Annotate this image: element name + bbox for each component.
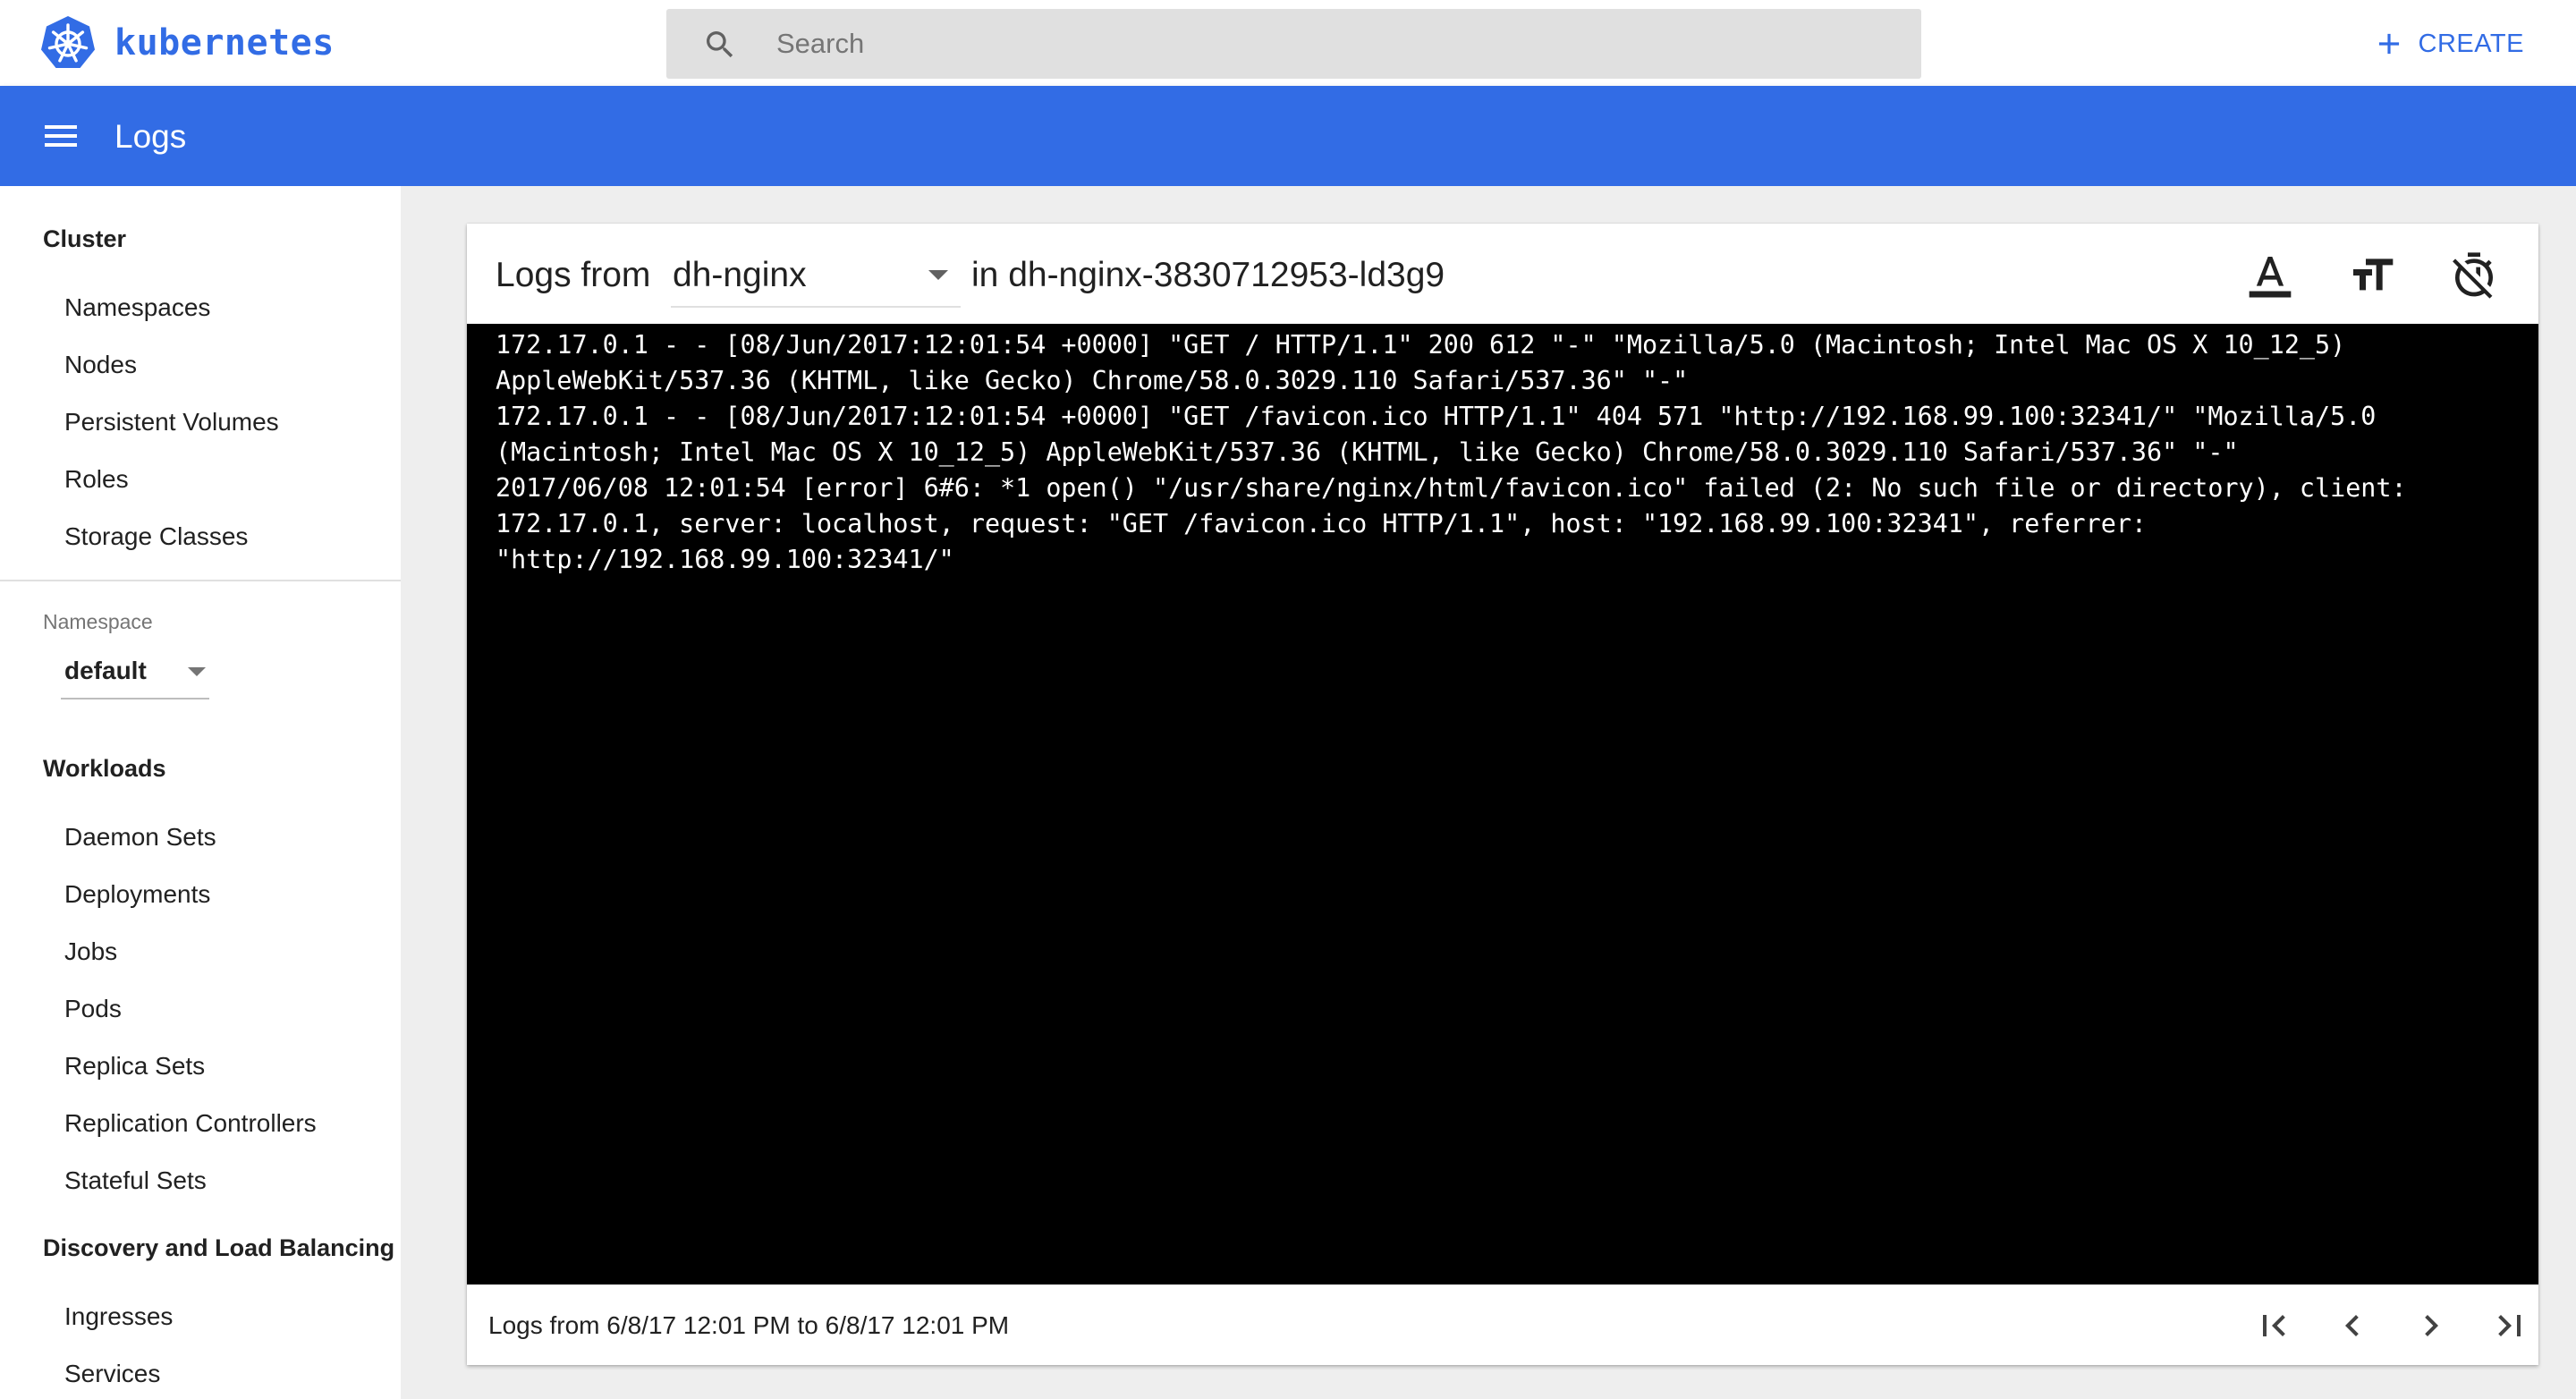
last-page-button[interactable] [2488,1304,2531,1347]
container-selector[interactable]: dh-nginx [671,243,961,308]
kubernetes-helm-icon [41,16,95,68]
first-page-icon [2263,1315,2285,1336]
sidebar-section-cluster[interactable]: Cluster [43,225,126,253]
logs-card-header: Logs from dh-nginx in dh-nginx-383071295… [467,224,2538,324]
sidebar-item-daemon-sets[interactable]: Daemon Sets [64,823,216,852]
namespace-label: Namespace [43,610,153,633]
log-output[interactable]: 172.17.0.1 - - [08/Jun/2017:12:01:54 +00… [467,324,2538,1285]
sidebar-divider [0,580,401,581]
container-value: dh-nginx [673,256,807,294]
create-button[interactable]: CREATE [2372,21,2524,66]
sidebar-item-deployments[interactable]: Deployments [64,880,210,909]
search-bar [666,9,1921,79]
create-label: CREATE [2418,29,2524,58]
log-range-text: Logs from 6/8/17 12:01 PM to 6/8/17 12:0… [488,1311,1010,1339]
sidebar-item-jobs[interactable]: Jobs [64,937,117,966]
next-page-button[interactable] [2410,1304,2453,1347]
sidebar-item-ingresses[interactable]: Ingresses [64,1302,173,1331]
sidebar-item-storage-classes[interactable]: Storage Classes [64,522,248,551]
sidebar-item-replication-controllers[interactable]: Replication Controllers [64,1109,317,1138]
sidebar: Cluster Namespaces Nodes Persistent Volu… [0,186,401,1399]
sidebar-item-roles[interactable]: Roles [64,465,129,494]
top-header: kubernetes CREATE [0,0,2576,86]
sidebar-item-nodes[interactable]: Nodes [64,351,137,379]
logs-card: Logs from dh-nginx in dh-nginx-383071295… [467,224,2538,1365]
hamburger-menu-icon[interactable] [39,114,82,157]
sidebar-item-replica-sets[interactable]: Replica Sets [64,1052,205,1081]
text-color-button[interactable] [2245,250,2295,301]
search-input[interactable] [776,20,1885,68]
text-size-button[interactable] [2347,250,2397,301]
log-line: 2017/06/08 12:01:54 [error] 6#6: *1 open… [496,473,2422,574]
timestamp-toggle-icon [2453,252,2493,299]
namespace-selector[interactable]: default [61,651,209,700]
pod-name-label: in dh-nginx-3830712953-ld3g9 [971,256,1445,294]
last-page-icon [2498,1315,2521,1336]
sidebar-item-pods[interactable]: Pods [64,995,122,1023]
sidebar-item-namespaces[interactable]: Namespaces [64,293,210,322]
next-page-icon [2425,1315,2438,1336]
plus-icon [2378,33,2399,55]
previous-page-icon [2345,1315,2359,1336]
sidebar-item-services[interactable]: Services [64,1360,160,1388]
timestamp-toggle-button[interactable] [2449,250,2499,301]
search-icon [707,31,733,58]
previous-page-button[interactable] [2331,1304,2374,1347]
dropdown-arrow-icon [188,667,206,676]
sidebar-item-stateful-sets[interactable]: Stateful Sets [64,1166,207,1195]
dropdown-arrow-icon [928,270,948,280]
text-color-icon [2249,257,2292,298]
namespace-value: default [64,657,147,684]
brand-logo-link[interactable]: kubernetes [39,14,335,72]
sidebar-item-persistent-volumes[interactable]: Persistent Volumes [64,408,279,437]
sidebar-section-discovery[interactable]: Discovery and Load Balancing [43,1234,394,1262]
sidebar-section-workloads[interactable]: Workloads [43,755,166,783]
text-size-icon [2353,259,2394,291]
logs-card-footer: Logs from 6/8/17 12:01 PM to 6/8/17 12:0… [467,1285,2538,1365]
page-title: Logs [114,118,187,155]
first-page-button[interactable] [2252,1304,2295,1347]
log-line: 172.17.0.1 - - [08/Jun/2017:12:01:54 +00… [496,330,2361,395]
log-line: 172.17.0.1 - - [08/Jun/2017:12:01:54 +00… [496,402,2392,467]
logs-from-label: Logs from [496,256,651,294]
brand-name: kubernetes [114,22,335,64]
page-toolbar: Logs [0,86,2576,186]
